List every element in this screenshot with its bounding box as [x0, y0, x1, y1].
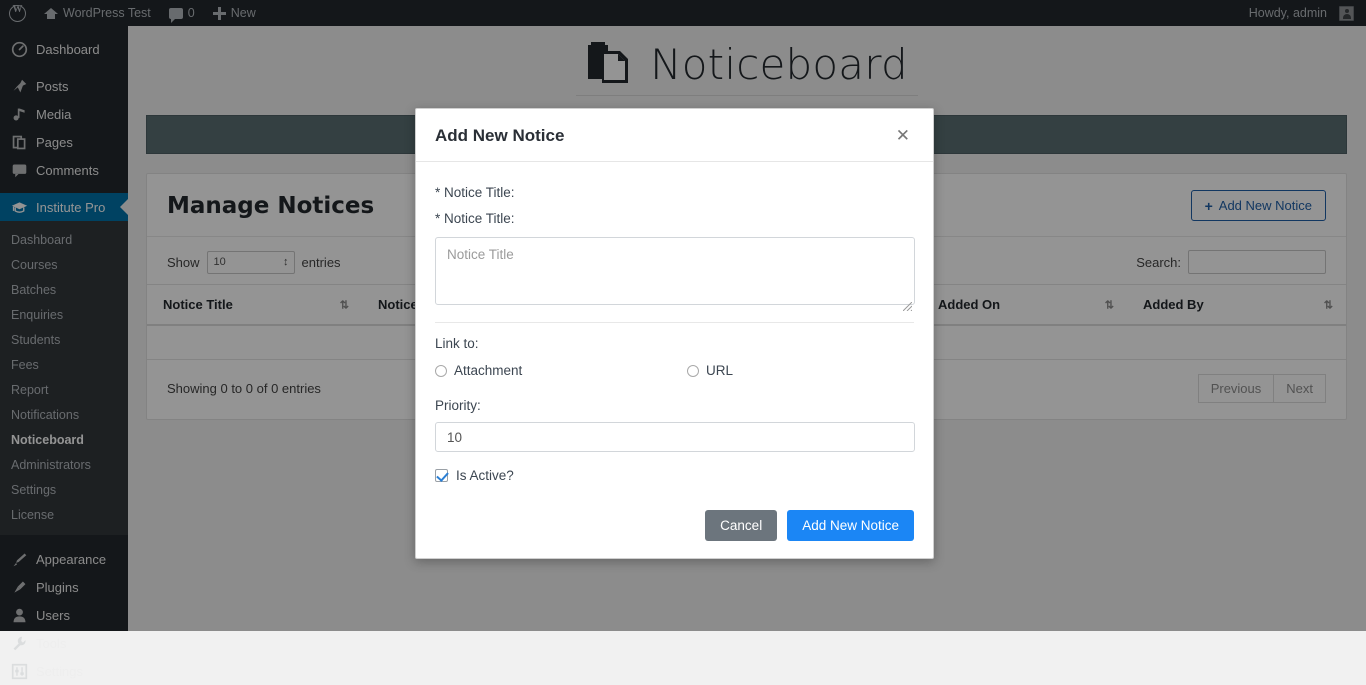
sliders-icon [11, 663, 28, 680]
modal-header: Add New Notice ✕ [416, 109, 933, 162]
modal-footer: Cancel Add New Notice [416, 499, 933, 558]
is-active-checkbox[interactable] [435, 469, 448, 482]
is-active-label: Is Active? [456, 468, 514, 483]
close-icon[interactable]: ✕ [892, 125, 914, 146]
radio-attachment-circle [435, 364, 447, 377]
radio-url[interactable]: URL [687, 363, 733, 378]
radio-url-label: URL [706, 363, 734, 378]
submit-add-new-notice-button[interactable]: Add New Notice [787, 510, 914, 541]
notice-title-label-duplicate: * Notice Title: [435, 185, 515, 200]
sidebar-item-tools[interactable]: Tools [0, 629, 128, 657]
modal-body: * Notice Title: * Notice Title: Link to:… [416, 162, 933, 499]
link-to-radio-group: Attachment URL [435, 363, 914, 378]
add-new-notice-modal: Add New Notice ✕ * Notice Title: * Notic… [415, 108, 934, 559]
is-active-row[interactable]: Is Active? [435, 468, 914, 483]
cancel-button[interactable]: Cancel [705, 510, 778, 541]
notice-title-input[interactable] [435, 237, 915, 305]
radio-attachment[interactable]: Attachment [435, 363, 687, 378]
divider [435, 322, 914, 323]
link-to-label: Link to: [435, 336, 479, 351]
wrench-icon [11, 635, 28, 652]
sidebar-label: Settings [36, 663, 83, 679]
radio-attachment-label: Attachment [454, 363, 523, 378]
sidebar-item-settings[interactable]: Settings [0, 657, 128, 685]
modal-title: Add New Notice [435, 125, 565, 145]
notice-title-label: * Notice Title: [435, 211, 515, 226]
priority-input[interactable] [435, 422, 915, 452]
sidebar-label: Tools [36, 635, 67, 651]
notice-title-field-wrap [435, 237, 915, 312]
priority-label: Priority: [435, 398, 481, 413]
radio-url-circle [687, 364, 699, 377]
